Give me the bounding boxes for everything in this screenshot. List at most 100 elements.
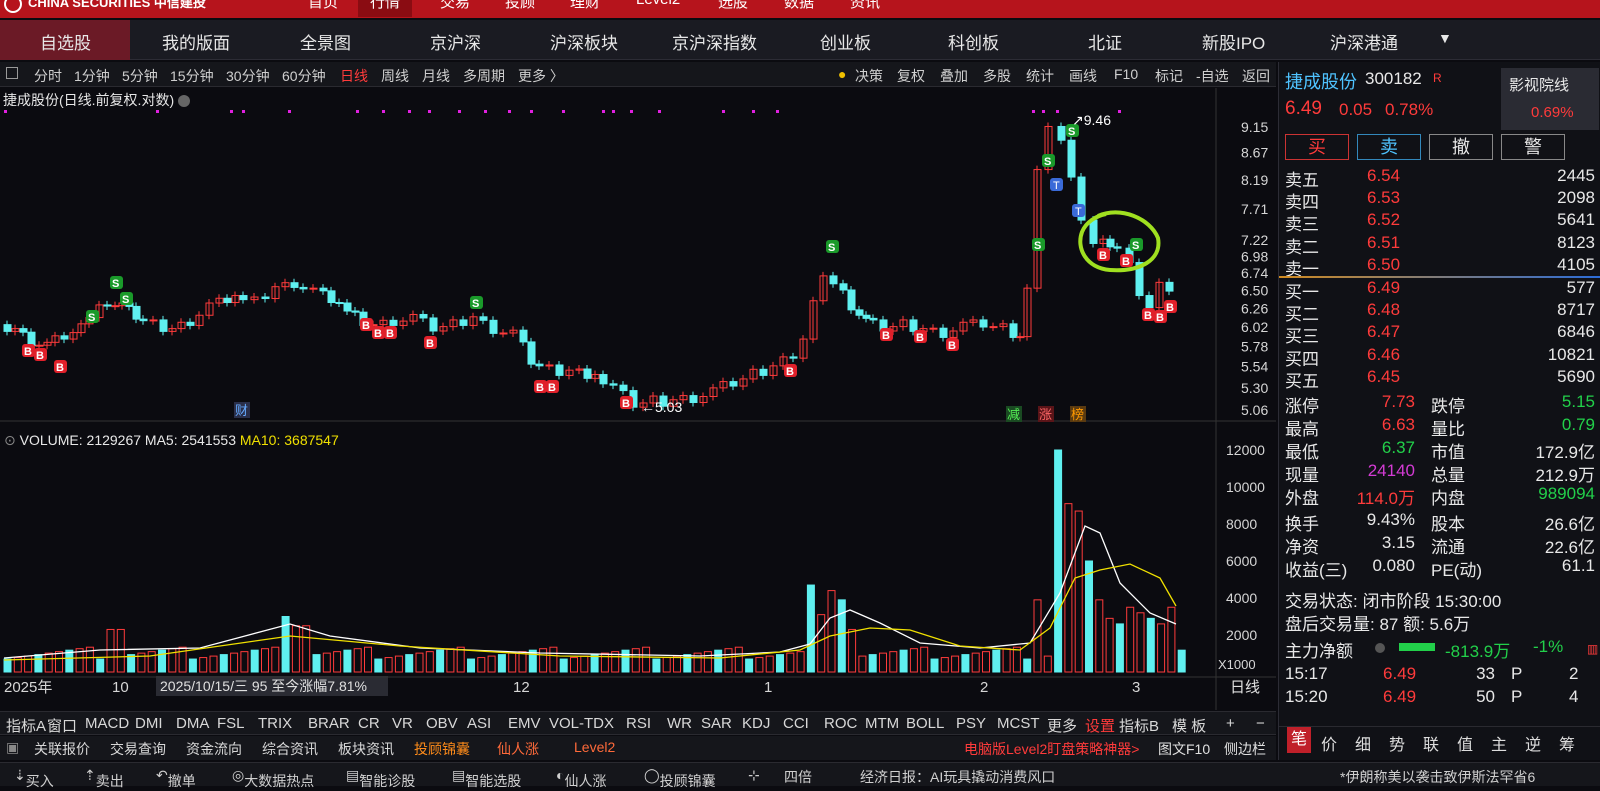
bigdata-link[interactable]: ◎ 大数据热点 (232, 767, 314, 789)
tab-level2[interactable]: Level2 (574, 739, 615, 755)
period-1m[interactable]: 1分钟 (74, 66, 110, 86)
tab-trade-query[interactable]: 交易查询 (110, 739, 166, 759)
indicator-boll[interactable]: BOLL (906, 715, 944, 732)
period-5m[interactable]: 5分钟 (122, 66, 158, 86)
nav-chinext[interactable]: 创业板 (820, 29, 871, 54)
nav-indices[interactable]: 京沪深指数 (672, 29, 757, 54)
news-ticker[interactable]: 经济日报：AI玩具撬动消费风口 (860, 767, 1055, 787)
indicator-vr[interactable]: VR (392, 715, 413, 732)
indicator-roc[interactable]: ROC (824, 715, 857, 732)
kline-chart[interactable]: 9.15 8.67 8.19 7.71 7.226.986.746.50 6.26 6.02… (0, 88, 1276, 710)
panel-toggle-icon[interactable] (6, 67, 18, 79)
f10-button[interactable]: 图文F10 (1158, 739, 1210, 759)
nav-my-layout[interactable]: 我的版面 (162, 29, 230, 54)
menu-level2[interactable]: Level2 (636, 0, 680, 8)
period-30m[interactable]: 30分钟 (226, 66, 270, 86)
period-month[interactable]: 月线 (422, 66, 450, 86)
detail-tab[interactable]: 价 (1321, 731, 1337, 755)
menu-advisor[interactable]: 投顾 (505, 0, 535, 12)
diagnose-link[interactable]: ▤ 智能诊股 (346, 767, 415, 789)
zoom-level[interactable]: 四倍 (784, 767, 812, 787)
nav-bse[interactable]: 北证 (1088, 29, 1122, 54)
detail-tab[interactable]: 笔 (1287, 727, 1312, 753)
tool-f10[interactable]: F10 (1114, 66, 1138, 82)
promo-link[interactable]: 电脑版Level2盯盘策略神器> (964, 739, 1139, 759)
period-more[interactable]: 更多 〉 (518, 66, 564, 86)
detail-tab[interactable]: 势 (1389, 731, 1405, 755)
info-icon[interactable] (178, 95, 190, 108)
indicator-right-3[interactable]: − (1256, 715, 1265, 732)
tab-news[interactable]: 综合资讯 (262, 739, 318, 759)
detail-tab[interactable]: 细 (1355, 731, 1371, 755)
detail-tab[interactable]: 筹 (1559, 731, 1575, 755)
sector-box[interactable]: 影视院线 0.69% (1501, 68, 1599, 130)
indicator-mcst[interactable]: MCST (997, 715, 1040, 732)
period-tick[interactable]: 分时 (34, 66, 62, 86)
collapse-icon[interactable]: ⊙ (4, 432, 16, 448)
indicator-[interactable]: 更多 (1047, 715, 1077, 736)
tab-sector-news[interactable]: 板块资讯 (338, 739, 394, 759)
nav-jhs[interactable]: 京沪深 (430, 29, 481, 54)
indicator-brar[interactable]: BRAR (308, 715, 350, 732)
detail-tab[interactable]: 主 (1491, 731, 1507, 755)
advisor-link[interactable]: ◯ 投顾锦囊 (644, 767, 716, 789)
indicator-right-0[interactable]: 指标B (1119, 715, 1159, 736)
tab-related-quote[interactable]: 关联报价 (34, 739, 90, 759)
panel-icon[interactable]: ▣ (6, 739, 19, 756)
menu-pick[interactable]: 选股 (718, 0, 748, 12)
nav-watchlist[interactable]: 自选股 (40, 29, 91, 54)
info-icon[interactable] (1375, 643, 1385, 653)
menu-data[interactable]: 数据 (784, 0, 814, 12)
menu-quotes[interactable]: 行情 (358, 0, 413, 17)
indicator-trix[interactable]: TRIX (258, 715, 292, 732)
sidebar-button[interactable]: 侧边栏 (1224, 739, 1266, 759)
smart-pick-link[interactable]: ▤ 智能选股 (452, 767, 521, 789)
period-15m[interactable]: 15分钟 (170, 66, 214, 86)
tool-decision[interactable]: 决策 (855, 66, 883, 86)
detail-tab[interactable]: 联 (1423, 731, 1439, 755)
indicator-sar[interactable]: SAR (701, 715, 732, 732)
tool-multi[interactable]: 多股 (983, 66, 1011, 86)
tick-list-icon[interactable]: ▥ (1587, 642, 1598, 656)
indicator-voltdx[interactable]: VOL-TDX (549, 715, 614, 732)
indicator-asi[interactable]: ASI (467, 715, 491, 732)
cancel-button[interactable]: 撤 (1429, 134, 1493, 160)
tool-adjust[interactable]: 复权 (897, 66, 925, 86)
xrz-link[interactable]: ◐ 仙人涨 (556, 767, 606, 789)
indicator-psy[interactable]: PSY (956, 715, 986, 732)
tool-stats[interactable]: 统计 (1026, 66, 1054, 86)
zoom-icon[interactable]: ⊹ (748, 767, 760, 784)
tool-draw[interactable]: 画线 (1069, 66, 1097, 86)
tool-mark[interactable]: 标记 (1155, 66, 1183, 86)
indicator-right-2[interactable]: + (1226, 715, 1235, 732)
menu-trade[interactable]: 交易 (440, 0, 470, 12)
indicator-rsi[interactable]: RSI (626, 715, 651, 732)
tool-remove-watch[interactable]: -自选 (1196, 66, 1229, 86)
indicator-cr[interactable]: CR (358, 715, 380, 732)
nav-panorama[interactable]: 全景图 (300, 29, 351, 54)
detail-tab[interactable]: 逆 (1525, 731, 1541, 755)
indicator-mtm[interactable]: MTM (865, 715, 899, 732)
menu-finance[interactable]: 理财 (570, 0, 600, 12)
indicator-right-1[interactable]: 模 板 (1172, 715, 1206, 736)
nav-star[interactable]: 科创板 (948, 29, 999, 54)
indicator-fsl[interactable]: FSL (217, 715, 245, 732)
tab-advisor[interactable]: 投顾锦囊 (414, 739, 470, 759)
sell-link[interactable]: ⇡ 卖出 (84, 767, 124, 789)
tab-fund-flow[interactable]: 资金流向 (186, 739, 242, 759)
indicator-wr[interactable]: WR (667, 715, 692, 732)
sell-button[interactable]: 卖 (1357, 134, 1421, 160)
indicator-obv[interactable]: OBV (426, 715, 458, 732)
period-day[interactable]: 日线 (340, 66, 368, 86)
cancel-link[interactable]: ↶ 撤单 (156, 767, 196, 789)
indicator-cci[interactable]: CCI (783, 715, 809, 732)
indicator-[interactable]: 设置 (1085, 715, 1115, 736)
chevron-down-icon[interactable]: ▼ (1438, 30, 1452, 46)
nav-ipo[interactable]: 新股IPO (1202, 29, 1265, 54)
nav-sectors[interactable]: 沪深板块 (550, 29, 618, 54)
detail-tab[interactable]: 值 (1457, 731, 1473, 755)
tab-xianrenzhang[interactable]: 仙人涨 (497, 739, 539, 759)
tool-back[interactable]: 返回 (1242, 66, 1270, 86)
period-week[interactable]: 周线 (381, 66, 409, 86)
indicator-[interactable]: 窗口 (47, 715, 77, 736)
